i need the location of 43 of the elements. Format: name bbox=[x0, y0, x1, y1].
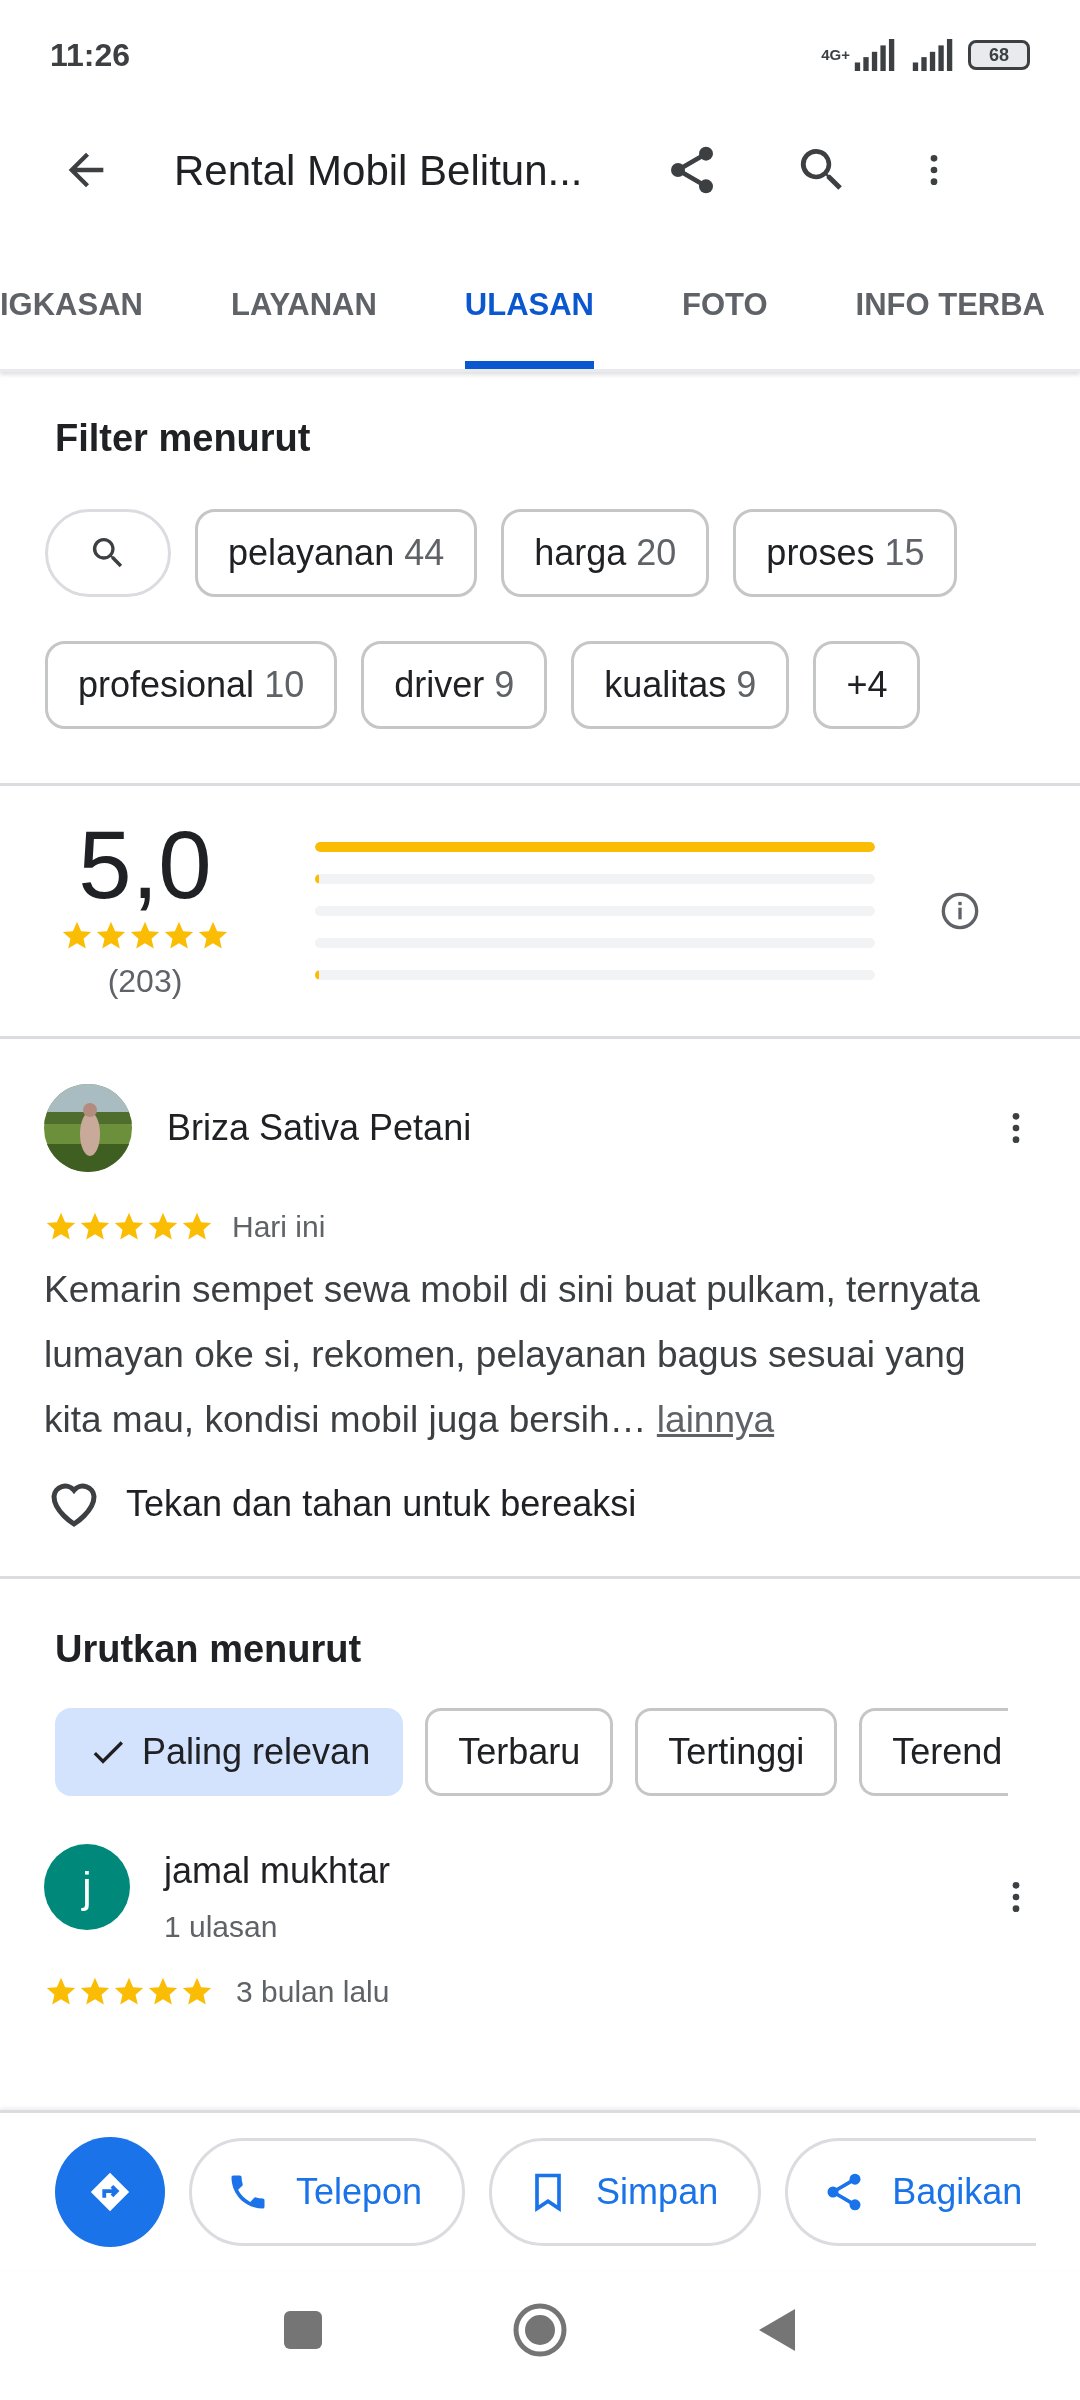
filter-chip[interactable]: harga 20 bbox=[501, 509, 710, 597]
back-icon[interactable] bbox=[757, 2307, 797, 2353]
status-time: 11:26 bbox=[50, 36, 131, 75]
rating-score: 5,0 bbox=[78, 817, 212, 913]
recents-icon[interactable] bbox=[283, 2310, 323, 2350]
action-button[interactable]: Telepon bbox=[189, 2137, 466, 2246]
battery-indicator: 68 bbox=[968, 40, 1030, 70]
filter-chip[interactable]: driver 9 bbox=[361, 641, 548, 729]
place-title: Rental Mobil Belitun... bbox=[174, 145, 584, 196]
tab[interactable]: INFO TERBA bbox=[855, 249, 1045, 369]
tab[interactable]: FOTO bbox=[682, 249, 768, 369]
more-link[interactable]: lainnya bbox=[656, 1399, 775, 1440]
sort-chip[interactable]: Paling relevan bbox=[55, 1708, 404, 1796]
info-icon[interactable] bbox=[940, 891, 980, 931]
network-label: 4G+ bbox=[821, 44, 850, 65]
section-title: Filter menurut bbox=[55, 416, 312, 461]
review-text: Kemarin sempet sewa mobil di sini buat pulkam, ternyata lumayan oke si, rekomen, pelayanan bagus sesuai yang kita mau, kondisi mobil juga bersih… lainnya bbox=[44, 1268, 981, 1442]
sort-chip[interactable]: Tertinggi bbox=[635, 1708, 838, 1796]
review-date: 3 bulan lalu bbox=[236, 1974, 390, 2010]
filter-chip[interactable]: pelayanan 44 bbox=[195, 509, 478, 597]
sort-chip[interactable]: Terend bbox=[859, 1708, 1009, 1796]
action-button[interactable]: Bagikan bbox=[785, 2137, 1037, 2246]
tab[interactable]: IGKASAN bbox=[0, 249, 143, 369]
section-title: Urutkan menurut bbox=[55, 1627, 363, 1672]
action-button[interactable]: Simpan bbox=[489, 2137, 762, 2246]
filter-chip[interactable]: kualitas 9 bbox=[571, 641, 790, 729]
filter-chip[interactable]: profesional 10 bbox=[45, 641, 338, 729]
filter-chip[interactable]: proses 15 bbox=[733, 509, 958, 597]
filter-chip[interactable]: +4 bbox=[813, 641, 921, 729]
avatar: j bbox=[44, 1844, 130, 1930]
tab[interactable]: ULASAN bbox=[464, 249, 594, 369]
signal-icon bbox=[910, 39, 954, 71]
reaction-hint: Tekan dan tahan untuk bereaksi bbox=[126, 1482, 637, 1526]
home-icon[interactable] bbox=[513, 2303, 567, 2357]
signal-icon bbox=[852, 39, 896, 71]
review-date: Hari ini bbox=[232, 1209, 326, 1245]
search-chip[interactable] bbox=[45, 509, 171, 597]
sort-chip[interactable]: Terbaru bbox=[425, 1708, 614, 1796]
reviewer-name: Briza Sativa Petani bbox=[167, 1106, 473, 1150]
reviewer-name: jamal mukhtar bbox=[164, 1849, 392, 1893]
reviewer-meta: 1 ulasan bbox=[164, 1909, 279, 1945]
tab[interactable]: LAYANAN bbox=[230, 249, 377, 369]
review-count: (203) bbox=[107, 962, 183, 1001]
